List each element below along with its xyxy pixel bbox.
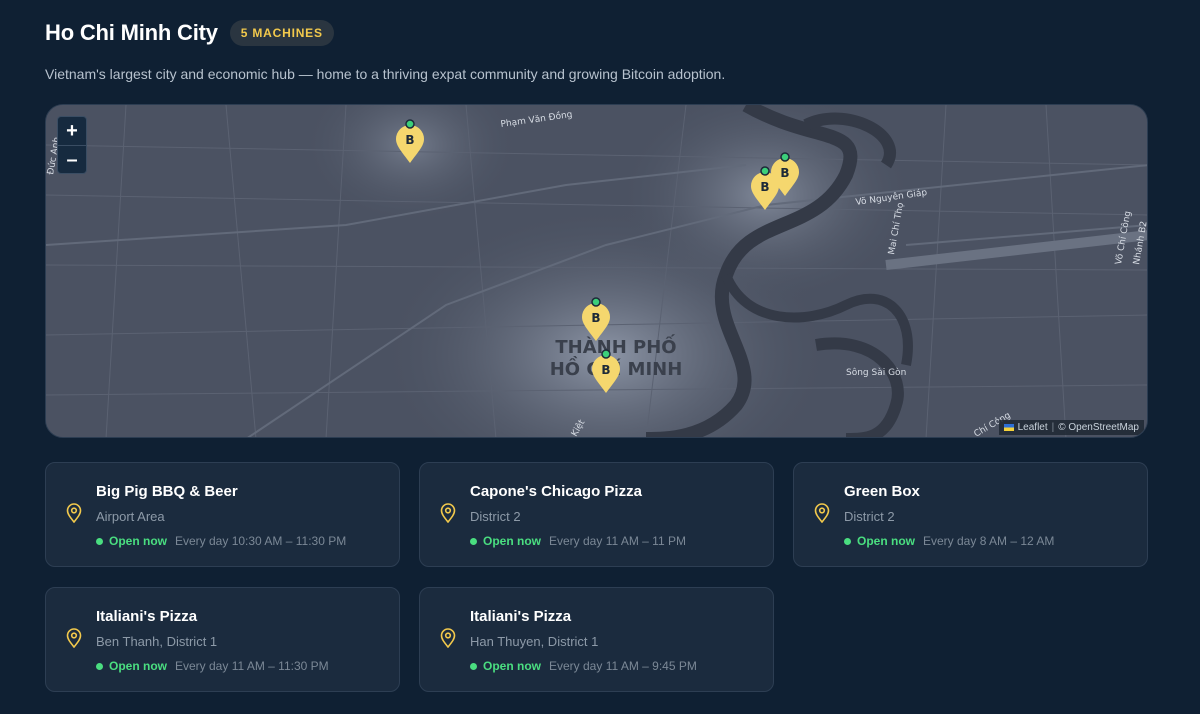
map-pin-italianis-han-thuyen[interactable]: B	[589, 349, 623, 395]
open-status-dot	[844, 537, 851, 545]
bitcoin-map-pin-icon: B	[771, 152, 799, 196]
location-card[interactable]: Capone's Chicago Pizza District 2 Open n…	[419, 462, 774, 567]
open-status-dot	[96, 537, 103, 545]
ukraine-flag-icon	[1003, 424, 1014, 431]
zoom-control: + –	[57, 116, 87, 174]
open-status-dot	[470, 662, 477, 670]
machine-count-badge: 5 MACHINES	[229, 20, 334, 46]
location-status: Open now Every day 11 AM – 11 PM	[470, 534, 686, 548]
location-area: District 2	[844, 509, 895, 524]
location-status: Open now Every day 10:30 AM – 11:30 PM	[96, 534, 346, 548]
location-status: Open now Every day 8 AM – 12 AM	[844, 534, 1054, 548]
zoom-in-button[interactable]: +	[58, 117, 86, 146]
map-pin-italianis-ben-thanh[interactable]: B	[579, 297, 613, 343]
location-name: Italiani's Pizza	[96, 608, 198, 625]
location-status: Open now Every day 11 AM – 9:45 PM	[470, 659, 697, 673]
open-status-label: Open now	[857, 534, 915, 548]
open-status-label: Open now	[109, 534, 167, 548]
location-area: Han Thuyen, District 1	[470, 634, 599, 649]
city-title: Ho Chi Minh City	[45, 20, 218, 45]
opening-hours: Every day 11 AM – 11:30 PM	[175, 659, 329, 673]
location-card[interactable]: Green Box District 2 Open now Every day …	[793, 462, 1148, 567]
location-area: Ben Thanh, District 1	[96, 634, 218, 649]
location-name: Capone's Chicago Pizza	[470, 483, 642, 500]
leaflet-link[interactable]: Leaflet	[1018, 422, 1048, 433]
bitcoin-map-pin-icon: B	[592, 349, 620, 393]
opening-hours: Every day 10:30 AM – 11:30 PM	[175, 534, 347, 548]
open-status-label: Open now	[109, 659, 167, 673]
city-map[interactable]: Phạm Văn Đồng Võ Nguyên Giáp Mai Chí Thọ…	[45, 104, 1148, 438]
location-status: Open now Every day 11 AM – 11:30 PM	[96, 659, 329, 673]
svg-text:B: B	[780, 166, 789, 180]
osm-link[interactable]: © OpenStreetMap	[1058, 422, 1139, 433]
open-status-label: Open now	[483, 659, 541, 673]
svg-text:B: B	[601, 363, 610, 377]
location-pin-icon	[66, 503, 82, 523]
svg-text:B: B	[591, 311, 600, 325]
map-pin-big-pig[interactable]: B	[393, 119, 427, 165]
location-pin-icon	[814, 503, 830, 523]
location-name: Big Pig BBQ & Beer	[96, 483, 238, 500]
open-status-dot	[470, 537, 477, 545]
street-label: Sông Sài Gòn	[846, 367, 906, 378]
open-status-label: Open now	[483, 534, 541, 548]
zoom-out-button[interactable]: –	[58, 146, 86, 173]
bitcoin-map-pin-icon: B	[582, 297, 610, 341]
attribution-separator: |	[1051, 422, 1055, 433]
location-area: District 2	[470, 509, 521, 524]
location-card[interactable]: Italiani's Pizza Ben Thanh, District 1 O…	[45, 587, 400, 692]
bitcoin-map-pin-icon: B	[396, 119, 424, 163]
location-pin-icon	[440, 503, 456, 523]
opening-hours: Every day 11 AM – 9:45 PM	[549, 659, 697, 673]
location-pin-icon	[66, 628, 82, 648]
svg-text:B: B	[405, 133, 414, 147]
location-name: Italiani's Pizza	[470, 608, 572, 625]
location-area: Airport Area	[96, 509, 165, 524]
location-name: Green Box	[844, 483, 920, 500]
city-description: Vietnam's largest city and economic hub …	[45, 66, 726, 82]
city-header: Ho Chi Minh City 5 MACHINES	[45, 20, 334, 46]
open-status-dot	[96, 662, 103, 670]
opening-hours: Every day 11 AM – 11 PM	[549, 534, 686, 548]
opening-hours: Every day 8 AM – 12 AM	[923, 534, 1055, 548]
map-pin-green-box[interactable]: B	[768, 152, 802, 198]
map-attribution: Leaflet | © OpenStreetMap	[998, 420, 1144, 435]
location-card[interactable]: Italiani's Pizza Han Thuyen, District 1 …	[419, 587, 774, 692]
location-pin-icon	[440, 628, 456, 648]
location-card[interactable]: Big Pig BBQ & Beer Airport Area Open now…	[45, 462, 400, 567]
